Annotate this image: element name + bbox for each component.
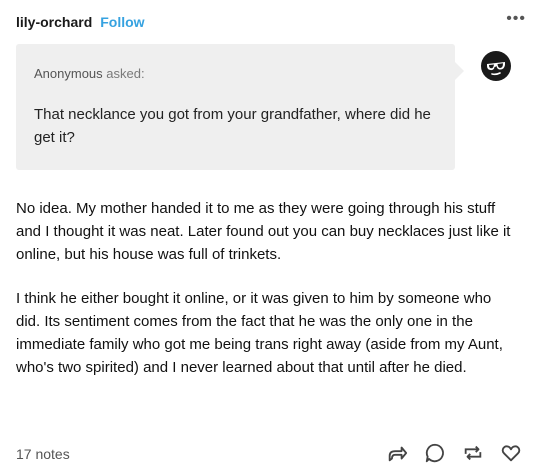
asker-name: Anonymous bbox=[34, 66, 103, 81]
share-icon[interactable] bbox=[384, 440, 410, 466]
heart-icon[interactable] bbox=[498, 440, 524, 466]
reply-icon[interactable] bbox=[422, 440, 448, 466]
post-footer: 17 notes bbox=[16, 440, 524, 468]
username[interactable]: lily-orchard bbox=[16, 14, 92, 30]
post-actions bbox=[384, 440, 524, 466]
answer-paragraph: I think he either bought it online, or i… bbox=[16, 290, 503, 376]
reblog-icon[interactable] bbox=[460, 440, 486, 466]
follow-button[interactable]: Follow bbox=[100, 14, 144, 30]
question-text: That necklance you got from your grandfa… bbox=[34, 106, 431, 146]
more-options-icon[interactable]: ••• bbox=[506, 11, 526, 27]
answer-paragraph: No idea. My mother handed it to me as th… bbox=[16, 200, 511, 263]
ask-box: Anonymous asked: That necklance you got … bbox=[16, 44, 464, 170]
post: lily-orchard Follow ••• Anonymous asked:… bbox=[0, 0, 540, 473]
asked-label: asked: bbox=[106, 66, 145, 81]
sunglasses-avatar-icon bbox=[476, 46, 516, 86]
asker-line: Anonymous asked: bbox=[34, 66, 145, 81]
notes-count[interactable]: 17 notes bbox=[16, 446, 70, 462]
post-header: lily-orchard Follow ••• bbox=[16, 11, 526, 32]
